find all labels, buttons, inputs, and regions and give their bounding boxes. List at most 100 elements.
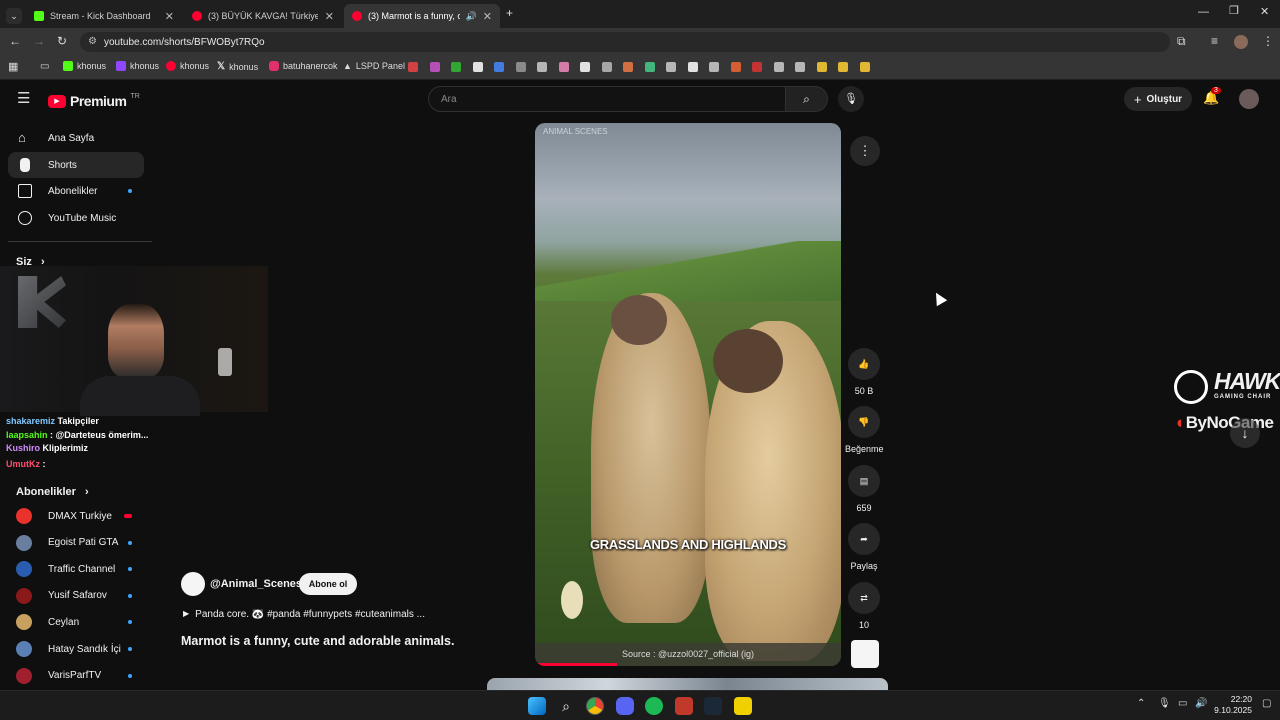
bookmark-favicon[interactable] — [752, 62, 762, 72]
subscriptions-section-header[interactable]: Abonelikler › — [16, 486, 89, 498]
bookmark-favicon[interactable] — [537, 62, 547, 72]
bookmark-favicon[interactable] — [580, 62, 590, 72]
bookmark-favicon[interactable] — [429, 62, 440, 72]
bookmark-favicon[interactable] — [472, 62, 483, 72]
subscription-item[interactable]: Hatay Sandık İçi — [16, 641, 121, 657]
comments-button[interactable]: ▤ 659 — [848, 465, 880, 513]
account-avatar[interactable] — [1239, 89, 1259, 109]
short-description[interactable]: ▶ Panda core. 🐼 #panda #funnypets #cutea… — [183, 609, 425, 620]
maximize-icon[interactable]: ❐ — [1229, 6, 1239, 17]
new-tab-icon[interactable]: + — [506, 7, 513, 19]
bookmark-favicon[interactable] — [687, 62, 698, 72]
sidebar-item-subscriptions[interactable]: Abonelikler — [8, 178, 144, 204]
sidebar-item-youtube-music[interactable]: YouTube Music — [8, 205, 144, 231]
bookmark-favicon[interactable] — [730, 62, 741, 72]
address-bar[interactable]: ⚙ youtube.com/shorts/BFWOByt7RQo — [80, 32, 1170, 52]
apps-grid-icon[interactable]: ▦ — [8, 62, 18, 73]
bookmark-item[interactable]: khonus — [63, 61, 106, 71]
speaker-icon[interactable]: 🔊 — [466, 11, 477, 22]
search-button[interactable]: ⌕ — [786, 86, 828, 112]
tab-youtube-1[interactable]: (3) BÜYÜK KAVGA! Türkiye'de Y ✕ — [184, 4, 342, 28]
remix-button[interactable]: ⇄ 10 — [848, 582, 880, 630]
extensions-icon[interactable]: ⧉ — [1177, 35, 1186, 47]
bookmark-item[interactable]: khonus — [116, 61, 159, 71]
dislike-button[interactable]: 👎 Beğenme — [845, 406, 884, 454]
bookmark-favicon[interactable] — [838, 62, 848, 72]
profile-avatar[interactable] — [1234, 35, 1248, 49]
short-video-player[interactable]: ANIMAL SCENES GRASSLANDS AND HIGHLANDS S… — [535, 123, 841, 666]
reload-icon[interactable]: ↻ — [57, 35, 67, 47]
bookmark-item[interactable]: khonus — [166, 61, 209, 71]
bookmark-favicon[interactable] — [601, 62, 612, 72]
spotify-icon[interactable] — [645, 697, 663, 715]
app-icon[interactable] — [734, 697, 752, 715]
bookmark-item[interactable]: batuhanercok — [269, 61, 338, 71]
microphone-icon[interactable]: 🎙 — [1158, 699, 1171, 709]
next-short-button[interactable]: ↓ — [1230, 418, 1260, 448]
minimize-icon[interactable]: — — [1198, 7, 1209, 18]
subscription-item[interactable]: Traffic Channel — [16, 561, 115, 578]
close-window-icon[interactable]: ✕ — [1260, 7, 1269, 18]
subscription-item[interactable]: VarisParfTV — [16, 667, 101, 684]
bookmark-favicon[interactable] — [408, 62, 418, 72]
tab-search-button[interactable]: ⌄ — [6, 8, 22, 24]
bookmark-favicon[interactable] — [558, 62, 569, 72]
bookmark-favicon[interactable] — [859, 62, 870, 72]
bookmark-favicon[interactable] — [515, 62, 526, 72]
youtube-premium-logo[interactable]: ▶ Premium TR — [48, 93, 140, 109]
create-button[interactable]: + Oluştur — [1124, 87, 1192, 111]
channel-thumbnail[interactable] — [851, 640, 879, 668]
chrome-icon[interactable] — [586, 697, 604, 715]
folder-icon[interactable]: ▭ — [40, 62, 49, 72]
bookmark-favicon[interactable] — [623, 62, 633, 72]
notifications-button[interactable]: 🔔 3 — [1203, 87, 1221, 106]
search-icon[interactable]: ⌕ — [557, 697, 575, 715]
close-tab-icon[interactable]: ✕ — [483, 10, 492, 23]
bookmark-favicon[interactable] — [644, 62, 655, 72]
subscription-item[interactable]: DMAX Turkiye — [16, 508, 112, 524]
close-tab-icon[interactable]: ✕ — [165, 10, 174, 23]
voice-search-button[interactable]: 🎙 — [838, 86, 864, 112]
bookmark-favicon[interactable] — [773, 62, 784, 72]
channel-name[interactable]: @Animal_Scenes — [210, 578, 302, 590]
notification-center-icon[interactable]: ▢ — [1262, 699, 1271, 709]
more-options-button[interactable]: ⋮ — [850, 136, 880, 166]
close-tab-icon[interactable]: ✕ — [325, 10, 334, 23]
start-icon[interactable] — [528, 697, 546, 715]
share-button[interactable]: ➦ Paylaş — [848, 523, 880, 571]
steam-icon[interactable] — [704, 697, 722, 715]
bookmark-item[interactable]: 𝕏khonus — [217, 61, 258, 72]
bookmark-item[interactable]: ▲ LSPD Panel — [343, 61, 405, 71]
bookmark-favicon[interactable] — [451, 62, 461, 72]
next-short-preview[interactable] — [487, 678, 888, 690]
hamburger-menu-icon[interactable]: ☰ — [17, 91, 30, 106]
media-control-icon[interactable]: ≡ — [1211, 35, 1218, 47]
bookmark-favicon[interactable] — [795, 62, 805, 72]
sidebar-item-home[interactable]: ⌂ Ana Sayfa — [8, 125, 144, 151]
sidebar-item-shorts[interactable]: Shorts — [8, 152, 144, 178]
subscription-item[interactable]: Yusif Safarov — [16, 587, 107, 604]
subscription-item[interactable]: Ceylan — [16, 614, 79, 631]
site-info-icon[interactable]: ⚙ — [88, 36, 97, 47]
bookmark-favicon[interactable] — [494, 62, 504, 72]
video-editor-icon[interactable] — [675, 697, 693, 715]
subscribe-button[interactable]: Abone ol — [299, 573, 357, 595]
bookmark-favicon[interactable] — [666, 62, 676, 72]
discord-icon[interactable] — [616, 697, 634, 715]
tab-kick[interactable]: Stream - Kick Dashboard ✕ — [26, 4, 182, 28]
channel-avatar[interactable] — [181, 572, 205, 596]
network-icon[interactable]: ▭ — [1178, 699, 1187, 709]
forward-icon[interactable]: → — [33, 35, 45, 47]
clock[interactable]: 22:20 9.10.2025 — [1212, 694, 1252, 716]
search-input[interactable]: Ara — [428, 86, 786, 112]
tab-youtube-active[interactable]: (3) Marmot is a funny, cute 🔊 ✕ — [344, 4, 500, 28]
like-button[interactable]: 👍 50 B — [848, 348, 880, 396]
bookmark-favicon[interactable] — [816, 62, 827, 72]
bookmark-favicon[interactable] — [709, 62, 719, 72]
progress-bar-fill[interactable] — [535, 663, 617, 666]
back-icon[interactable]: ← — [9, 35, 21, 47]
menu-dots-icon[interactable]: ⋮ — [1262, 35, 1274, 47]
subscription-item[interactable]: Egoist Pati GTA — [16, 534, 118, 551]
volume-icon[interactable]: 🔊 — [1195, 699, 1207, 709]
tray-chevron-icon[interactable]: ⌃ — [1137, 699, 1145, 709]
